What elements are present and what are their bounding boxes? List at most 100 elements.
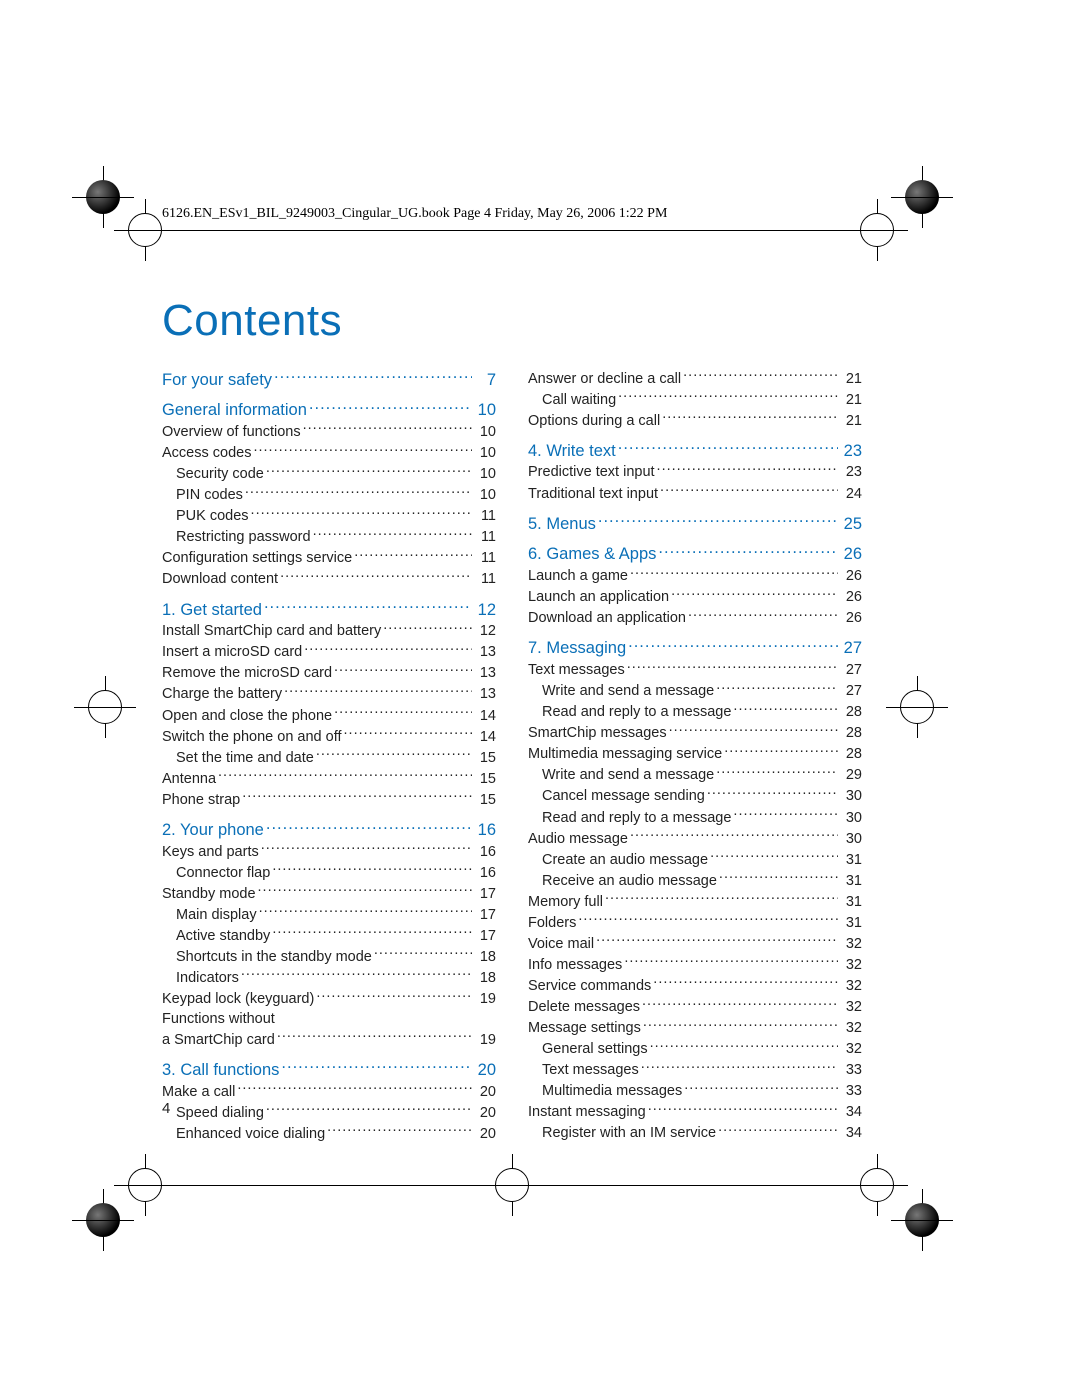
toc-entry[interactable]: Register with an IM service34 — [528, 1123, 862, 1144]
toc-section-heading[interactable]: 4. Write text23 — [528, 439, 862, 462]
toc-label: Register with an IM service — [542, 1124, 716, 1144]
toc-section-heading[interactable]: General information10 — [162, 399, 496, 422]
toc-leader-dots — [277, 1029, 472, 1044]
toc-entry[interactable]: Install SmartChip card and battery12 — [162, 621, 496, 642]
toc-entry[interactable]: Speed dialing20 — [162, 1102, 496, 1123]
toc-section-heading[interactable]: 5. Menus25 — [528, 512, 862, 535]
toc-label: SmartChip messages — [528, 724, 667, 744]
toc-entry[interactable]: Text messages33 — [528, 1060, 862, 1081]
toc-page-number: 32 — [840, 956, 862, 976]
toc-entry[interactable]: Voice mail32 — [528, 933, 862, 954]
toc-label: Main display — [176, 906, 257, 926]
toc-entry[interactable]: Security code10 — [162, 464, 496, 485]
toc-entry[interactable]: Write and send a message27 — [528, 681, 862, 702]
toc-leader-dots — [316, 989, 472, 1004]
toc-entry[interactable]: SmartChip messages28 — [528, 723, 862, 744]
toc-label: General information — [162, 399, 307, 421]
toc-entry[interactable]: Multimedia messages33 — [528, 1081, 862, 1102]
toc-leader-dots — [683, 368, 838, 383]
toc-entry[interactable]: Insert a microSD card13 — [162, 642, 496, 663]
toc-leader-dots — [272, 862, 472, 877]
toc-page-number: 21 — [840, 412, 862, 432]
toc-entry[interactable]: PIN codes10 — [162, 485, 496, 506]
toc-entry[interactable]: Standby mode17 — [162, 883, 496, 904]
toc-entry[interactable]: Restricting password11 — [162, 527, 496, 548]
toc-entry[interactable]: Shortcuts in the standby mode18 — [162, 946, 496, 967]
toc-entry[interactable]: Answer or decline a call21 — [528, 368, 862, 389]
toc-entry[interactable]: Indicators 18 — [162, 968, 496, 989]
toc-entry[interactable]: Predictive text input23 — [528, 462, 862, 483]
toc-label: Insert a microSD card — [162, 643, 302, 663]
toc-entry[interactable]: Main display17 — [162, 904, 496, 925]
toc-entry[interactable]: Switch the phone on and off14 — [162, 726, 496, 747]
toc-entry[interactable]: Memory full31 — [528, 891, 862, 912]
toc-page-number: 11 — [474, 507, 496, 527]
toc-entry[interactable]: Active standby17 — [162, 925, 496, 946]
toc-leader-dots — [662, 410, 838, 425]
toc-page-number: 15 — [474, 770, 496, 790]
toc-entry[interactable]: Traditional text input24 — [528, 483, 862, 504]
toc-section-heading[interactable]: For your safety7 — [162, 368, 496, 391]
toc-entry[interactable]: Phone strap15 — [162, 789, 496, 810]
toc-page-number: 18 — [474, 969, 496, 989]
toc-entry[interactable]: Read and reply to a message28 — [528, 702, 862, 723]
toc-section-heading[interactable]: 1. Get started12 — [162, 598, 496, 621]
toc-entry[interactable]: Info messages32 — [528, 954, 862, 975]
toc-entry[interactable]: Charge the battery13 — [162, 684, 496, 705]
toc-entry[interactable]: Options during a call21 — [528, 410, 862, 431]
toc-section-heading[interactable]: 3. Call functions20 — [162, 1058, 496, 1081]
toc-entry[interactable]: Text messages27 — [528, 660, 862, 681]
toc-page-number: 11 — [474, 549, 496, 569]
toc-entry[interactable]: Open and close the phone14 — [162, 705, 496, 726]
toc-section-heading[interactable]: 2. Your phone16 — [162, 818, 496, 841]
toc-section-heading[interactable]: 6. Games & Apps26 — [528, 543, 862, 566]
toc-entry[interactable]: General settings32 — [528, 1039, 862, 1060]
toc-label: Folders — [528, 914, 576, 934]
toc-entry[interactable]: Make a call20 — [162, 1081, 496, 1102]
toc-entry[interactable]: Read and reply to a message30 — [528, 807, 862, 828]
toc-entry[interactable]: Delete messages32 — [528, 997, 862, 1018]
toc-label: Keys and parts — [162, 843, 259, 863]
toc-entry[interactable]: Keypad lock (keyguard)19 — [162, 989, 496, 1010]
toc-leader-dots — [669, 723, 838, 738]
toc-entry[interactable]: Multimedia messaging service28 — [528, 744, 862, 765]
toc-entry[interactable]: Connector flap16 — [162, 862, 496, 883]
toc-entry[interactable]: Overview of functions10 — [162, 422, 496, 443]
toc-page-number: 23 — [840, 463, 862, 483]
toc-leader-dots — [724, 744, 838, 759]
toc-entry[interactable]: Download content11 — [162, 569, 496, 590]
toc-entry[interactable]: Instant messaging34 — [528, 1102, 862, 1123]
toc-entry[interactable]: Launch a game26 — [528, 566, 862, 587]
toc-entry[interactable]: Audio message30 — [528, 828, 862, 849]
toc-entry[interactable]: PUK codes11 — [162, 506, 496, 527]
toc-label: For your safety — [162, 369, 272, 391]
toc-entry[interactable]: Functions without — [162, 1010, 496, 1030]
toc-label: Overview of functions — [162, 423, 301, 443]
toc-entry[interactable]: Create an audio message31 — [528, 849, 862, 870]
toc-label: Indicators — [176, 969, 239, 989]
toc-entry[interactable]: Remove the microSD card13 — [162, 663, 496, 684]
toc-entry[interactable]: Cancel message sending30 — [528, 786, 862, 807]
toc-label: 7. Messaging — [528, 637, 626, 659]
toc-page-number: 26 — [840, 567, 862, 587]
toc-label: General settings — [542, 1040, 648, 1060]
toc-entry[interactable]: Download an application26 — [528, 608, 862, 629]
toc-page-number: 20 — [474, 1059, 496, 1081]
toc-entry[interactable]: Launch an application26 — [528, 587, 862, 608]
toc-entry[interactable]: Enhanced voice dialing20 — [162, 1123, 496, 1144]
toc-entry[interactable]: Folders31 — [528, 912, 862, 933]
toc-entry[interactable]: a SmartChip card19 — [162, 1029, 496, 1050]
toc-entry[interactable]: Service commands32 — [528, 976, 862, 997]
toc-entry[interactable]: Message settings32 — [528, 1018, 862, 1039]
toc-entry[interactable]: Antenna 15 — [162, 768, 496, 789]
toc-entry[interactable]: Access codes10 — [162, 443, 496, 464]
toc-entry[interactable]: Configuration settings service11 — [162, 548, 496, 569]
toc-entry[interactable]: Receive an audio message31 — [528, 870, 862, 891]
toc-entry[interactable]: Call waiting21 — [528, 389, 862, 410]
toc-entry[interactable]: Keys and parts16 — [162, 841, 496, 862]
toc-label: Antenna — [162, 770, 216, 790]
crop-line — [130, 230, 896, 231]
toc-section-heading[interactable]: 7. Messaging27 — [528, 637, 862, 660]
toc-entry[interactable]: Write and send a message29 — [528, 765, 862, 786]
toc-entry[interactable]: Set the time and date15 — [162, 747, 496, 768]
